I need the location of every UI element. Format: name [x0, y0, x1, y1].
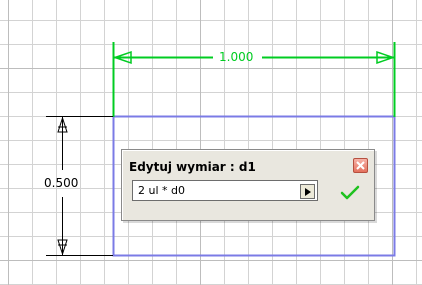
- sketch-canvas[interactable]: [0, 0, 422, 285]
- grid: [0, 0, 422, 285]
- grid-major: [0, 0, 422, 285]
- accept-button[interactable]: [340, 185, 360, 201]
- close-button[interactable]: [353, 158, 368, 173]
- dialog-title: Edytuj wymiar : d1: [129, 160, 256, 174]
- vertical-dimension-label[interactable]: 0.500: [44, 176, 78, 190]
- triangle-right-icon: [305, 188, 311, 196]
- dimension-input-value: 2 ul * d0: [138, 184, 185, 197]
- edit-dimension-dialog[interactable]: Edytuj wymiar : d1 2 ul * d0: [121, 149, 375, 221]
- horizontal-dimension-label[interactable]: 1.000: [219, 50, 253, 64]
- dropdown-button[interactable]: [300, 184, 315, 199]
- close-icon: [356, 161, 365, 170]
- dimension-input[interactable]: 2 ul * d0: [132, 180, 318, 201]
- horizontal-dimension[interactable]: [112, 42, 396, 117]
- checkmark-icon: [340, 185, 360, 200]
